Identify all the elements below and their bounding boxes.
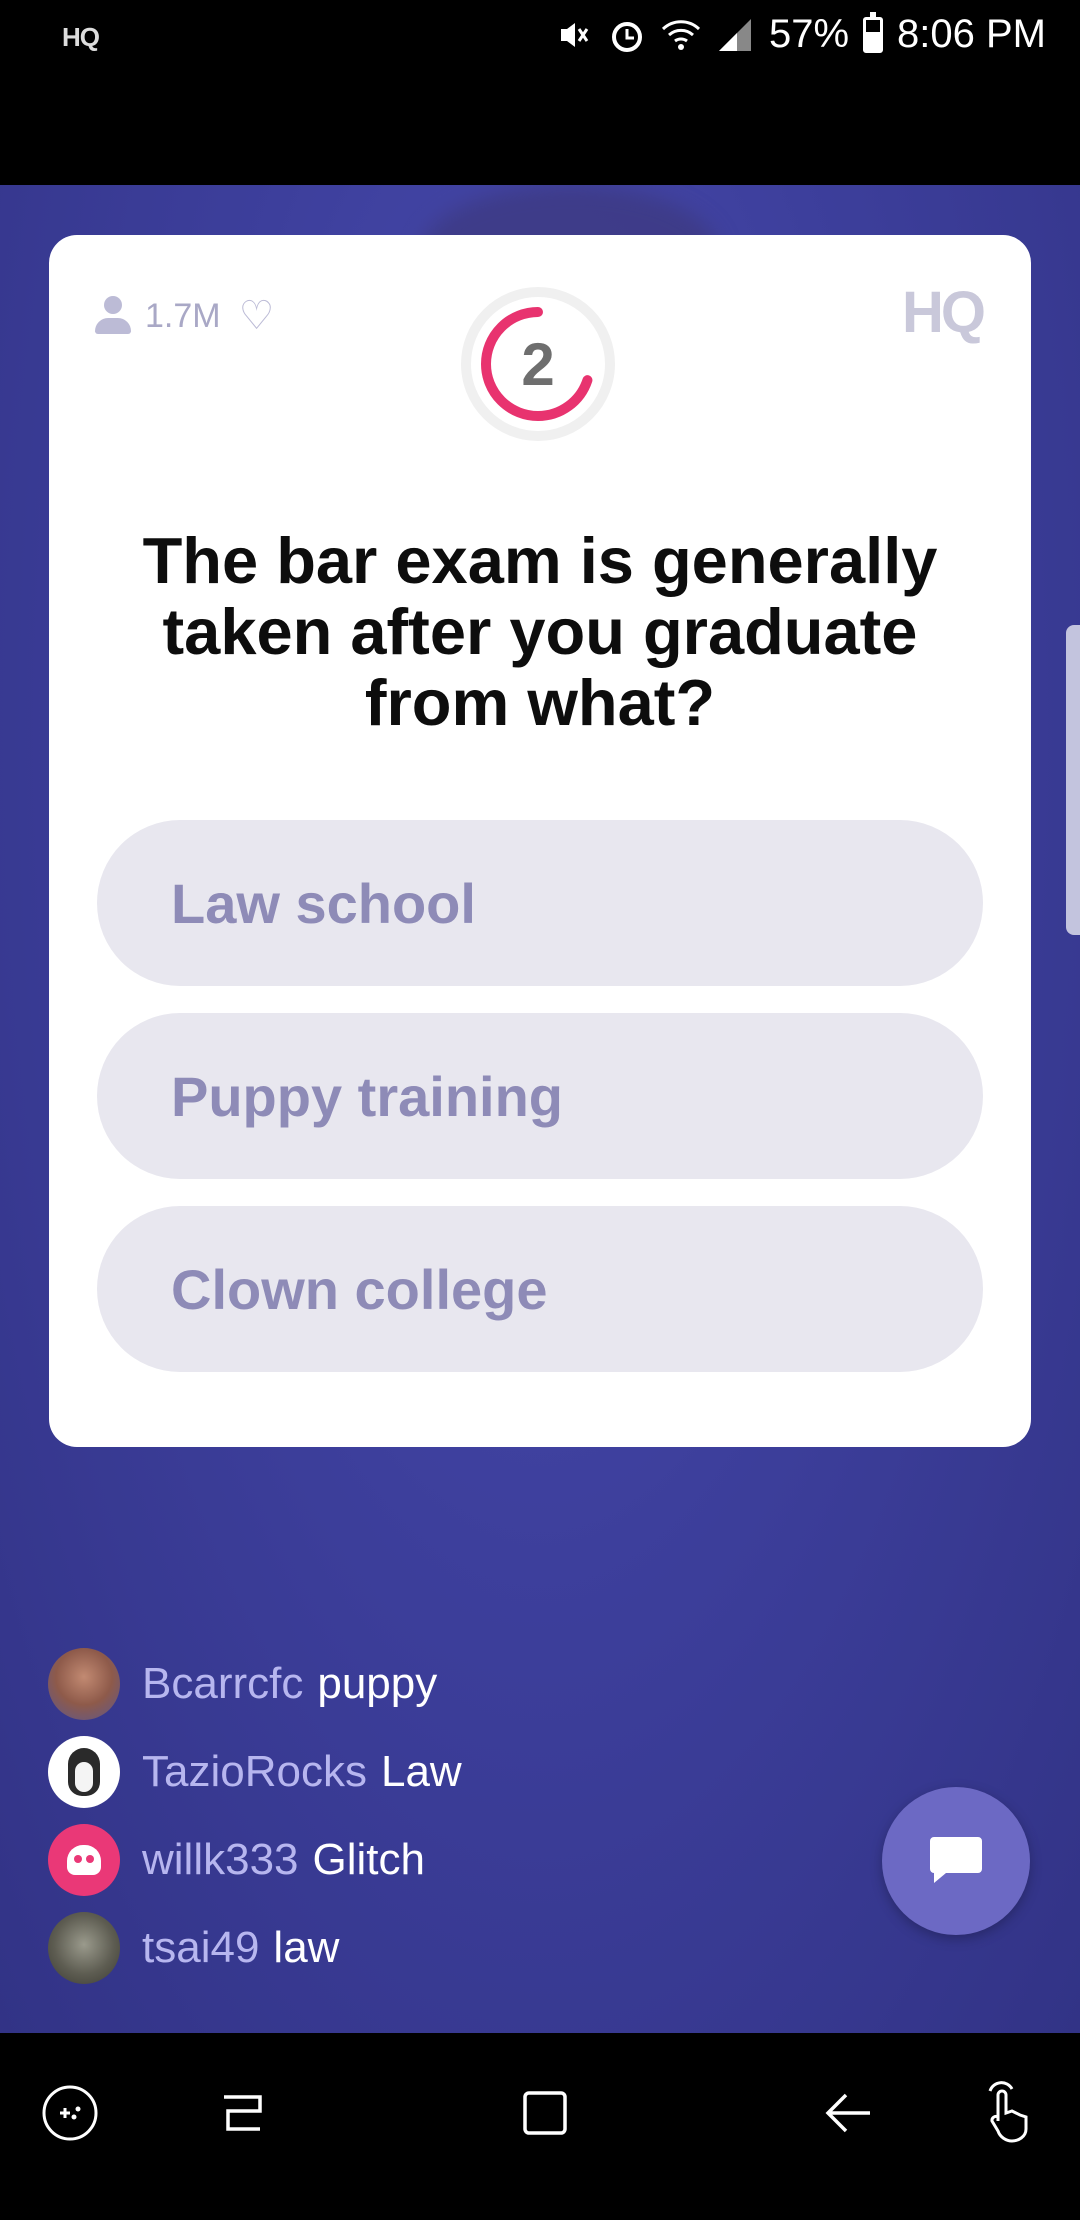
battery-percent: 57%	[768, 12, 850, 56]
signal-icon	[715, 15, 755, 55]
game-launcher-icon[interactable]	[30, 2073, 110, 2153]
recent-apps-icon[interactable]	[202, 2073, 282, 2153]
heart-icon[interactable]: ♡	[239, 293, 275, 339]
avatar	[48, 1912, 120, 1984]
chat-feed: Bcarrcfc puppy TazioRocks Law willk333 G…	[48, 1640, 748, 1992]
avatar	[48, 1824, 120, 1896]
back-icon[interactable]	[808, 2073, 888, 2153]
wifi-icon	[661, 15, 701, 55]
battery-icon	[863, 11, 884, 53]
chat-text: Law	[380, 1747, 462, 1796]
chat-button[interactable]	[882, 1787, 1030, 1935]
hq-logo: HQ	[902, 280, 986, 345]
viewer-count: 1.7M ♡	[95, 293, 274, 339]
question-card: 1.7M ♡ 2 HQ The bar exam is generally ta…	[49, 235, 1031, 1447]
alarm-icon	[607, 15, 647, 55]
status-icons: 57% 8:06 PM	[553, 11, 1046, 57]
chat-text: puppy	[317, 1659, 438, 1708]
chat-message: tsai49 law	[48, 1904, 748, 1992]
edge-panel-handle[interactable]	[1066, 625, 1080, 935]
chat-text: Glitch	[312, 1835, 425, 1884]
avatar	[48, 1736, 120, 1808]
skull-icon	[67, 1845, 101, 1875]
person-icon	[95, 296, 131, 336]
chat-username: tsai49	[142, 1923, 260, 1972]
answer-option-1[interactable]: Law school	[97, 820, 983, 986]
chat-username: TazioRocks	[142, 1747, 367, 1796]
navigation-bar	[0, 2033, 1080, 2220]
question-text: The bar exam is generally taken after yo…	[142, 524, 938, 739]
chat-username: willk333	[142, 1835, 299, 1884]
game-stage: 1.7M ♡ 2 HQ The bar exam is generally ta…	[0, 185, 1080, 2033]
penguin-icon	[68, 1748, 100, 1796]
clock: 8:06 PM	[897, 12, 1046, 56]
avatar	[48, 1648, 120, 1720]
chat-message: TazioRocks Law	[48, 1728, 748, 1816]
status-app-label: HQ	[62, 22, 100, 52]
chat-username: Bcarrcfc	[142, 1659, 304, 1708]
home-icon[interactable]	[505, 2073, 585, 2153]
mute-icon	[553, 15, 593, 55]
chat-bubble-icon	[930, 1837, 982, 1883]
status-bar: HQ 57% 8:06 PM	[0, 0, 1080, 72]
gesture-icon[interactable]	[968, 2073, 1048, 2153]
chat-text: law	[273, 1923, 340, 1972]
timer-value: 2	[521, 330, 555, 398]
countdown-timer: 2	[457, 283, 619, 445]
answer-option-3[interactable]: Clown college	[97, 1206, 983, 1372]
answer-option-2[interactable]: Puppy training	[97, 1013, 983, 1179]
viewer-count-value: 1.7M	[145, 296, 221, 335]
chat-message: willk333 Glitch	[48, 1816, 748, 1904]
chat-message: Bcarrcfc puppy	[48, 1640, 748, 1728]
